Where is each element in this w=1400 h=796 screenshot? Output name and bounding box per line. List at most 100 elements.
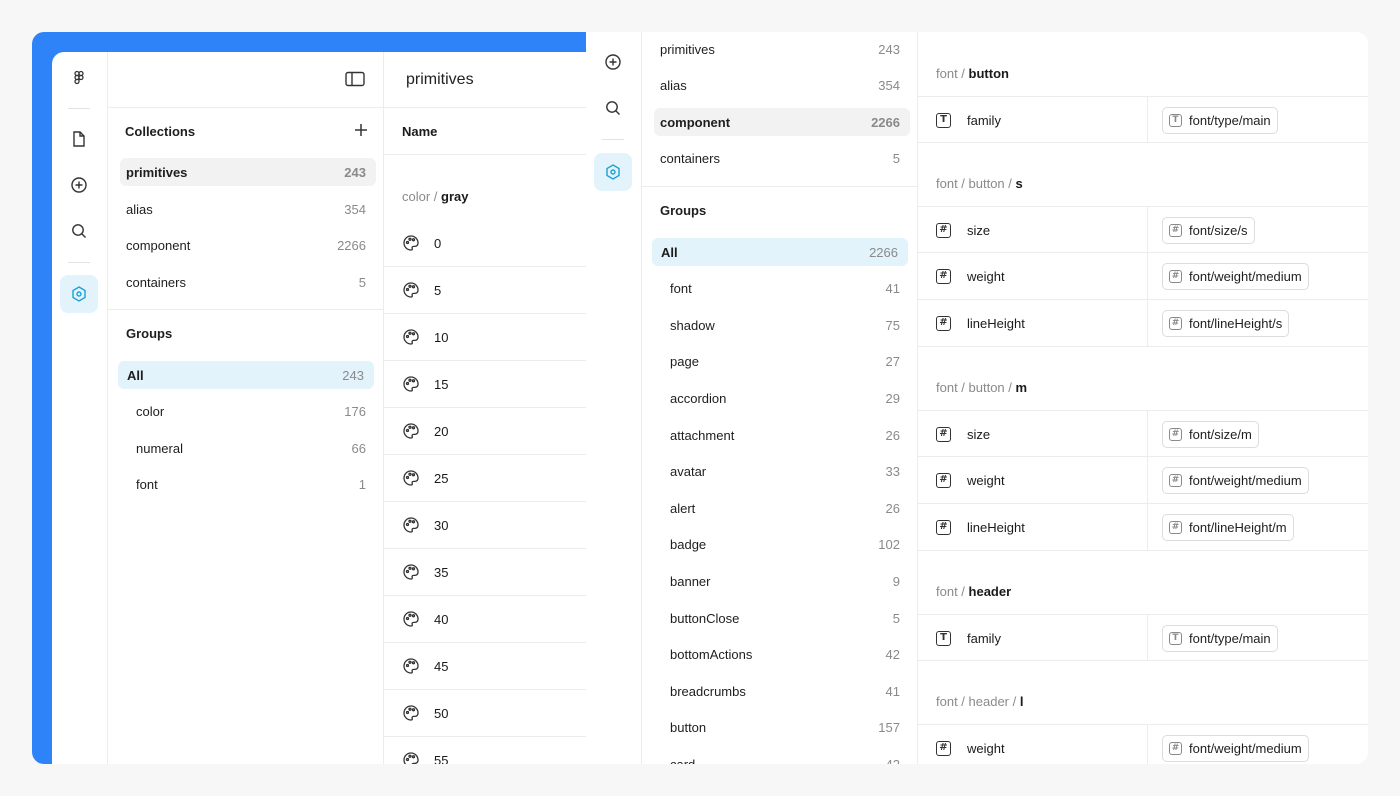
group-label: accordion [670, 390, 727, 406]
group-item-button[interactable]: button 157 [664, 714, 910, 742]
group-item-attachment[interactable]: attachment 26 [664, 421, 910, 449]
alias-value: font/type/main [1189, 631, 1271, 646]
group-item-alert[interactable]: alert 26 [664, 494, 910, 522]
group-item-bottomactions[interactable]: bottomActions 42 [664, 641, 910, 669]
search-icon[interactable] [594, 89, 632, 127]
add-circle-icon[interactable] [60, 166, 98, 204]
table-row[interactable]: 20 [384, 408, 586, 455]
variable-row[interactable]: Tfamily Tfont/type/main [918, 614, 1368, 661]
group-item-buttonclose[interactable]: buttonClose 5 [664, 604, 910, 632]
group-item-breadcrumbs[interactable]: breadcrumbs 41 [664, 677, 910, 705]
group-item-all[interactable]: All 243 [118, 361, 374, 389]
alias-value-chip[interactable]: # font/weight/medium [1162, 263, 1309, 290]
variables-hexagon-icon[interactable] [594, 153, 632, 191]
group-item-banner[interactable]: banner 9 [664, 567, 910, 595]
group-path-prefix: font / button / [936, 176, 1016, 191]
alias-value: font/lineHeight/s [1189, 316, 1283, 331]
figma-logo-icon[interactable] [60, 60, 98, 98]
variable-row[interactable]: # size # font/size/m [918, 410, 1368, 457]
variable-row[interactable]: # weight # font/weight/medium [918, 724, 1368, 764]
collection-label: alias [660, 78, 687, 94]
add-circle-icon[interactable] [594, 43, 632, 81]
collection-item-primitives[interactable]: primitives 243 [654, 35, 910, 63]
table-row[interactable]: 55 [384, 737, 586, 764]
collection-item-containers[interactable]: containers 5 [120, 268, 376, 296]
name-column-header[interactable]: Name [384, 108, 586, 155]
variable-row[interactable]: # size # font/size/s [918, 206, 1368, 253]
group-count: 42 [885, 647, 900, 663]
alias-value-chip[interactable]: # font/size/s [1162, 217, 1255, 244]
group-count: 29 [885, 390, 900, 406]
palette-icon [402, 422, 420, 440]
variable-name-cell: # weight [936, 253, 1005, 299]
variable-row[interactable]: Tfamily Tfont/type/main [918, 96, 1368, 143]
variable-name: 40 [434, 611, 449, 627]
group-count: 41 [885, 683, 900, 699]
variable-row[interactable]: # lineHeight # font/lineHeight/m [918, 504, 1368, 551]
collection-item-component[interactable]: component 2266 [120, 231, 376, 259]
variable-name: 0 [434, 235, 442, 251]
collection-item-containers[interactable]: containers 5 [654, 145, 910, 173]
collection-item-component[interactable]: component 2266 [654, 108, 910, 137]
group-item-font[interactable]: font 41 [664, 275, 910, 303]
add-collection-icon[interactable] [354, 123, 368, 142]
group-count: 41 [885, 281, 900, 297]
collection-item-primitives[interactable]: primitives 243 [120, 158, 376, 186]
group-label: card [670, 757, 695, 764]
group-label: bottomActions [670, 647, 753, 663]
group-item-color[interactable]: color 176 [130, 397, 376, 425]
variable-row[interactable]: # weight # font/weight/medium [918, 457, 1368, 504]
back-icon-rail [52, 52, 108, 764]
palette-icon [402, 516, 420, 534]
table-row[interactable]: 0 [384, 220, 586, 267]
group-path: font / button / s [936, 176, 1023, 191]
table-row[interactable]: 35 [384, 549, 586, 596]
table-row[interactable]: 30 [384, 502, 586, 549]
group-label: alert [670, 500, 696, 516]
variable-row[interactable]: # lineHeight # font/lineHeight/s [918, 300, 1368, 347]
search-icon[interactable] [60, 212, 98, 250]
group-label: All [127, 367, 144, 383]
collection-count: 354 [878, 78, 900, 94]
group-label: shadow [670, 317, 715, 333]
variable-name: lineHeight [967, 519, 1025, 535]
table-row[interactable]: 25 [384, 455, 586, 502]
group-item-badge[interactable]: badge 102 [664, 531, 910, 559]
variable-row[interactable]: # weight # font/weight/medium [918, 253, 1368, 300]
variable-name: family [967, 112, 1001, 128]
group-item-shadow[interactable]: shadow 75 [664, 311, 910, 339]
variables-hexagon-icon[interactable] [60, 275, 98, 313]
palette-icon [402, 657, 420, 675]
file-icon[interactable] [60, 120, 98, 158]
alias-value-chip[interactable]: Tfont/type/main [1162, 107, 1278, 134]
group-item-page[interactable]: page 27 [664, 348, 910, 376]
alias-value-chip[interactable]: # font/lineHeight/s [1162, 310, 1290, 337]
number-type-icon: # [1169, 474, 1182, 487]
table-row[interactable]: 15 [384, 361, 586, 408]
group-item-accordion[interactable]: accordion 29 [664, 384, 910, 412]
table-row[interactable]: 5 [384, 267, 586, 314]
alias-value-chip[interactable]: # font/lineHeight/m [1162, 514, 1294, 541]
alias-value-chip[interactable]: Tfont/type/main [1162, 625, 1278, 652]
sidebar-toggle-icon[interactable] [345, 71, 365, 92]
alias-value-chip[interactable]: # font/size/m [1162, 421, 1259, 448]
collection-item-alias[interactable]: alias 354 [120, 195, 376, 223]
collection-title: primitives [384, 52, 586, 108]
group-count: 26 [885, 427, 900, 443]
group-label: font [136, 476, 158, 492]
table-row[interactable]: 10 [384, 314, 586, 361]
collection-label: component [126, 237, 191, 253]
group-item-card[interactable]: card 42 [664, 750, 910, 764]
group-item-all[interactable]: All 2266 [652, 238, 908, 266]
number-type-icon: # [936, 426, 951, 442]
alias-value: font/weight/medium [1189, 741, 1302, 756]
alias-value-chip[interactable]: # font/weight/medium [1162, 735, 1309, 762]
table-row[interactable]: 45 [384, 643, 586, 690]
group-item-avatar[interactable]: avatar 33 [664, 458, 910, 486]
collection-item-alias[interactable]: alias 354 [654, 72, 910, 100]
alias-value-chip[interactable]: # font/weight/medium [1162, 467, 1309, 494]
group-item-numeral[interactable]: numeral 66 [130, 434, 376, 462]
table-row[interactable]: 40 [384, 596, 586, 643]
table-row[interactable]: 50 [384, 690, 586, 737]
group-item-font[interactable]: font 1 [130, 470, 376, 498]
